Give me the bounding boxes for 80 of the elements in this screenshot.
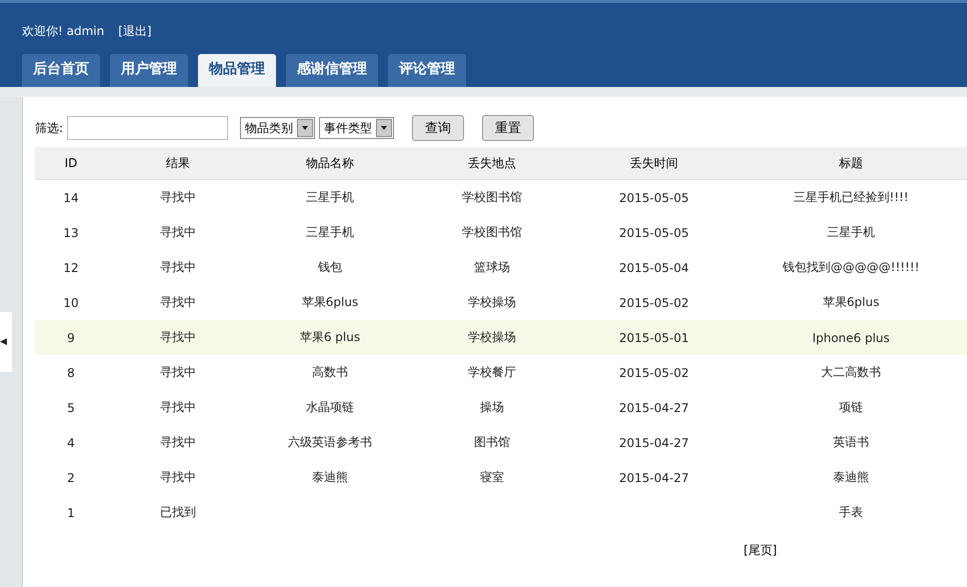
table-cell: 10 — [63, 296, 79, 310]
table-cell: 寻找中 — [160, 295, 196, 309]
table-cell: 学校图书馆 — [462, 190, 522, 204]
logout-link[interactable]: [退出] — [118, 23, 152, 40]
column-header: 物品名称 — [249, 147, 411, 180]
column-header: 标题 — [735, 147, 967, 180]
nav-tab[interactable]: 后台首页 — [22, 54, 100, 87]
table-cell: 2015-05-04 — [619, 260, 689, 274]
table-cell: 操场 — [480, 400, 504, 414]
category-select[interactable]: 物品类别 — [240, 117, 316, 139]
table-cell: 8 — [67, 366, 75, 380]
table-cell: 苹果6plus — [822, 295, 880, 309]
column-header: ID — [35, 147, 107, 180]
caret-icon — [297, 119, 314, 137]
table-cell: 寻找中 — [160, 365, 196, 379]
table-cell: 高数书 — [312, 365, 348, 379]
table-cell: Iphone6 plus — [812, 330, 890, 344]
table-cell: 学校图书馆 — [462, 225, 522, 239]
query-button[interactable]: 查询 — [412, 115, 464, 141]
table-cell: 寻找中 — [160, 330, 196, 344]
table-cell: 泰迪熊 — [312, 470, 348, 484]
nav-tab[interactable]: 评论管理 — [388, 54, 466, 87]
table-cell: 14 — [63, 190, 79, 204]
table-cell: 9 — [67, 330, 75, 344]
table-cell: 1 — [67, 506, 75, 520]
table-cell: 2015-05-01 — [619, 330, 689, 344]
welcome-text: 欢迎你! admin — [22, 23, 104, 40]
caret-icon — [376, 119, 392, 137]
table-cell: 13 — [63, 226, 79, 240]
table-cell: 钱包 — [318, 260, 342, 274]
table-cell: 六级英语参考书 — [288, 435, 372, 449]
table-cell: 2015-04-27 — [619, 400, 689, 414]
table-cell: 苹果6plus — [302, 295, 358, 309]
table-cell: 寻找中 — [160, 260, 196, 274]
filter-label: 筛选: — [35, 120, 64, 136]
column-header: 丢失地点 — [411, 147, 573, 180]
column-header: 结果 — [107, 147, 249, 180]
table-cell: 三星手机 — [306, 190, 354, 204]
table-cell: 4 — [67, 436, 75, 450]
table-cell: 寻找中 — [160, 225, 196, 239]
event-type-select[interactable]: 事件类型 — [319, 117, 394, 139]
table-cell: 钱包找到@@@@@!!!!!! — [782, 260, 920, 274]
table-cell: 寻找中 — [160, 435, 196, 449]
table-cell: 英语书 — [833, 435, 869, 449]
table-cell: 手表 — [839, 505, 863, 519]
table-cell: 图书馆 — [474, 435, 510, 449]
table-cell: 篮球场 — [474, 260, 510, 274]
column-header: 丢失时间 — [573, 147, 735, 180]
table-cell: 三星手机 — [827, 225, 875, 239]
nav-tab[interactable]: 感谢信管理 — [286, 54, 378, 87]
table-cell: 寻找中 — [160, 470, 196, 484]
reset-button[interactable]: 重置 — [482, 115, 534, 141]
table-cell: 2015-04-27 — [619, 470, 689, 484]
table-cell: 2015-05-05 — [619, 226, 689, 240]
filter-field[interactable] — [67, 116, 228, 140]
table-cell: 寝室 — [480, 470, 504, 484]
table-cell: 学校操场 — [468, 330, 516, 344]
table-cell: 水晶项链 — [306, 400, 354, 414]
table-cell: 苹果6 plus — [300, 330, 360, 344]
table-cell: 学校餐厅 — [468, 365, 516, 379]
table-cell: 12 — [63, 260, 79, 274]
table-cell: 5 — [67, 400, 75, 414]
table-cell: 2015-05-02 — [619, 366, 689, 380]
table-cell: 大二高数书 — [821, 365, 881, 379]
nav-tab[interactable]: 物品管理 — [198, 54, 276, 87]
last-page-link[interactable]: [尾页] — [744, 543, 777, 557]
table-cell: 2015-05-05 — [619, 190, 689, 204]
table-cell: 寻找中 — [160, 400, 196, 414]
table-cell: 泰迪熊 — [833, 470, 869, 484]
table-cell: 三星手机 — [306, 225, 354, 239]
table-cell: 项链 — [839, 400, 863, 414]
nav-tab[interactable]: 用户管理 — [110, 54, 188, 87]
table-cell: 三星手机已经捡到!!!! — [793, 190, 909, 204]
table-cell: 2 — [67, 470, 75, 484]
collapse-toggle[interactable]: ◀ — [0, 312, 12, 372]
table-cell: 已找到 — [160, 505, 196, 519]
table-cell: 2015-04-27 — [619, 436, 689, 450]
table-cell: 寻找中 — [160, 190, 196, 204]
table-cell: 学校操场 — [468, 295, 516, 309]
table-cell: 2015-05-02 — [619, 296, 689, 310]
